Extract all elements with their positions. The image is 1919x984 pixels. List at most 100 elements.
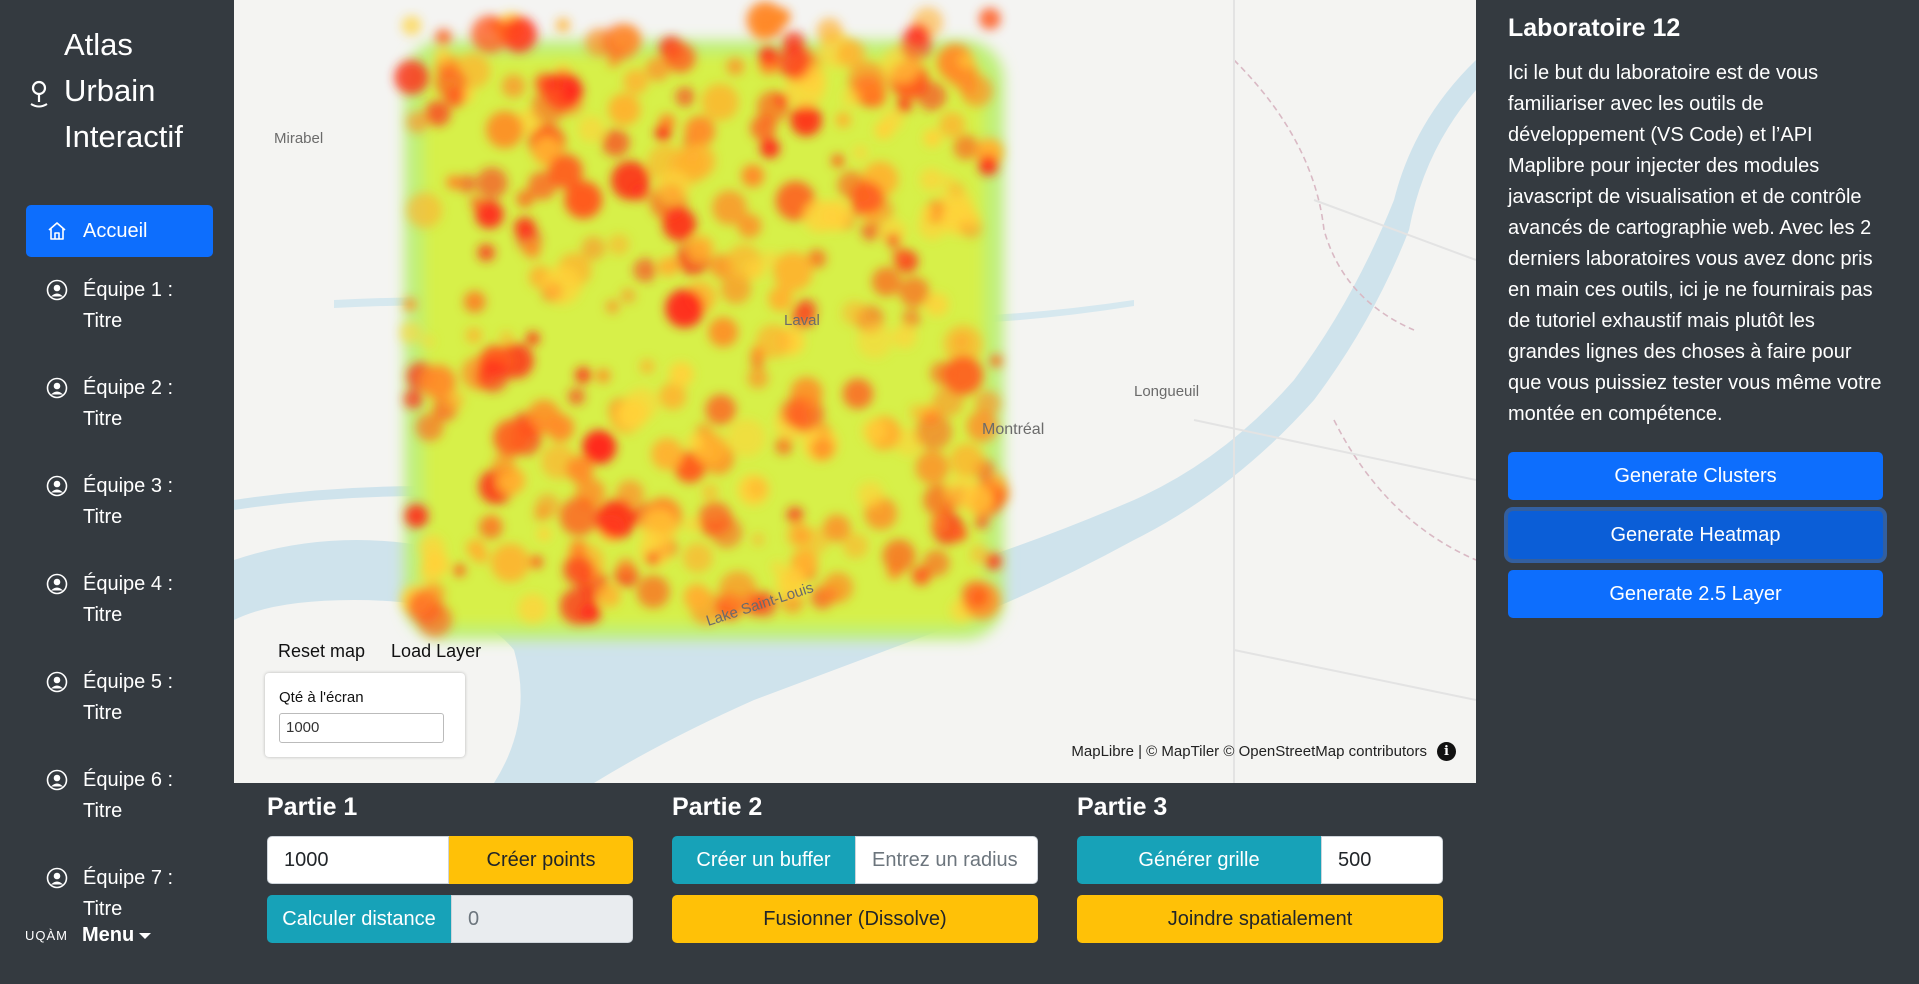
heat-blob: [745, 259, 766, 280]
heat-blob: [780, 397, 811, 428]
heat-blob: [465, 327, 483, 344]
sidebar-item-equipe-4[interactable]: Équipe 4 : Titre: [26, 561, 213, 639]
map-controls: Reset map Load Layer: [278, 641, 481, 662]
sidebar-item-equipe-6[interactable]: Équipe 6 : Titre: [26, 757, 213, 835]
heat-blob: [979, 7, 1001, 30]
heat-blob: [857, 322, 893, 359]
heat-blob: [597, 584, 621, 608]
heat-blob: [958, 53, 975, 69]
generate-heatmap-button[interactable]: Generate Heatmap: [1508, 511, 1883, 559]
generate-clusters-button[interactable]: Generate Clusters: [1508, 452, 1883, 500]
heat-blob: [605, 299, 620, 314]
heat-blob: [529, 555, 543, 569]
map-canvas[interactable]: Mirabel Laval Longueuil Montréal Lake Sa…: [234, 0, 1476, 783]
sidebar-item-equipe-5[interactable]: Équipe 5 : Titre: [26, 659, 213, 737]
heat-blob: [747, 367, 769, 389]
heat-blob: [803, 199, 837, 233]
user-circle-icon: [46, 867, 68, 889]
heat-blob: [533, 506, 549, 522]
dissolve-button[interactable]: Fusionner (Dissolve): [672, 895, 1038, 943]
heat-blob: [645, 551, 660, 566]
calculate-distance-button[interactable]: Calculer distance: [267, 895, 451, 943]
heat-blob: [756, 324, 791, 359]
heat-blob: [434, 47, 451, 63]
lab-description: Ici le but du laboratoire est de vous fa…: [1508, 62, 1882, 425]
radius-input[interactable]: Entrez un radius: [855, 836, 1038, 884]
heat-blob: [741, 164, 765, 188]
heat-blob: [421, 335, 435, 348]
heat-blob: [751, 533, 765, 546]
create-points-button[interactable]: Créer points: [449, 836, 633, 884]
distance-output: 0: [451, 895, 633, 943]
heat-blob: [683, 583, 711, 611]
heat-blob: [562, 80, 584, 102]
attribution-text[interactable]: MapLibre | © MapTiler © OpenStreetMap co…: [1071, 743, 1427, 760]
menu-dropdown-toggle[interactable]: Menu: [82, 924, 152, 947]
heat-blob: [639, 359, 655, 374]
partie-1: Partie 1 1000 Créer points Calculer dist…: [267, 793, 633, 954]
heat-blob: [891, 246, 909, 265]
heat-blob: [774, 437, 793, 455]
sidebar-nav: Accueil Équipe 1 : Titre Équipe 2 : Titr…: [26, 205, 213, 953]
heat-blob: [517, 593, 548, 624]
heat-blob: [531, 89, 567, 124]
points-count-input[interactable]: 1000: [267, 836, 449, 884]
home-icon: [48, 222, 66, 240]
heat-blob: [919, 168, 944, 192]
menu-label: Menu: [82, 924, 135, 946]
heat-blob: [758, 46, 778, 65]
heat-blob: [759, 138, 780, 159]
load-layer-button[interactable]: Load Layer: [391, 641, 481, 662]
heat-blob: [823, 514, 851, 542]
heat-blob: [486, 111, 524, 149]
sidebar-item-label: Accueil: [83, 219, 148, 242]
create-buffer-button[interactable]: Créer un buffer: [672, 836, 855, 884]
heat-blob: [566, 456, 594, 484]
heat-blob: [526, 331, 540, 346]
heat-blob: [595, 368, 611, 384]
place-label-mirabel: Mirabel: [274, 130, 324, 147]
heat-blob: [394, 60, 429, 95]
heat-blob: [886, 233, 900, 248]
heat-blob: [492, 453, 515, 476]
generate-25-layer-button[interactable]: Generate 2.5 Layer: [1508, 570, 1883, 618]
distance-row: Calculer distance 0: [267, 895, 633, 943]
generate-grid-button[interactable]: Générer grille: [1077, 836, 1321, 884]
heat-blob: [665, 42, 696, 73]
lab-title: Laboratoire 12: [1508, 14, 1681, 42]
reset-map-button[interactable]: Reset map: [278, 641, 365, 662]
heat-blob: [654, 124, 672, 142]
grid-size-input[interactable]: 500: [1321, 836, 1443, 884]
sidebar-item-equipe-3[interactable]: Équipe 3 : Titre: [26, 463, 213, 541]
heat-blob: [915, 450, 949, 485]
heat-blob: [773, 251, 813, 292]
partie-3-title: Partie 3: [1077, 793, 1168, 821]
heat-blob: [989, 354, 1003, 368]
info-icon[interactable]: i: [1437, 742, 1456, 761]
app-title-line: Interactif: [64, 119, 183, 154]
sidebar-item-equipe-2[interactable]: Équipe 2 : Titre: [26, 365, 213, 443]
heatmap-layer: [394, 1, 1009, 640]
heat-blob: [915, 413, 953, 451]
heat-blob: [476, 359, 509, 393]
app-title: Atlas Urbain Interactif: [64, 22, 183, 160]
spatial-join-button[interactable]: Joindre spatialement: [1077, 895, 1443, 943]
heat-blob: [542, 265, 582, 305]
heat-blob: [701, 83, 739, 121]
heat-blob: [787, 522, 813, 548]
partie-2: Partie 2 Créer un buffer Entrez un radiu…: [672, 793, 1038, 954]
sidebar-item-accueil[interactable]: Accueil: [26, 205, 213, 257]
heat-blob: [501, 74, 526, 98]
app-brand[interactable]: Atlas Urbain Interactif: [28, 22, 183, 160]
heat-blob: [768, 286, 794, 312]
sidebar-item-equipe-7[interactable]: Équipe 7 : Titre: [26, 855, 213, 933]
heat-blob: [477, 243, 496, 262]
heat-blob: [974, 390, 1001, 417]
sidebar-item-equipe-1[interactable]: Équipe 1 : Titre: [26, 267, 213, 345]
heat-blob: [842, 378, 874, 410]
qty-input[interactable]: 1000: [279, 713, 444, 743]
heat-blob: [831, 218, 844, 231]
heat-blob: [923, 129, 942, 148]
heat-blob: [523, 241, 541, 259]
user-circle-icon: [46, 279, 68, 301]
